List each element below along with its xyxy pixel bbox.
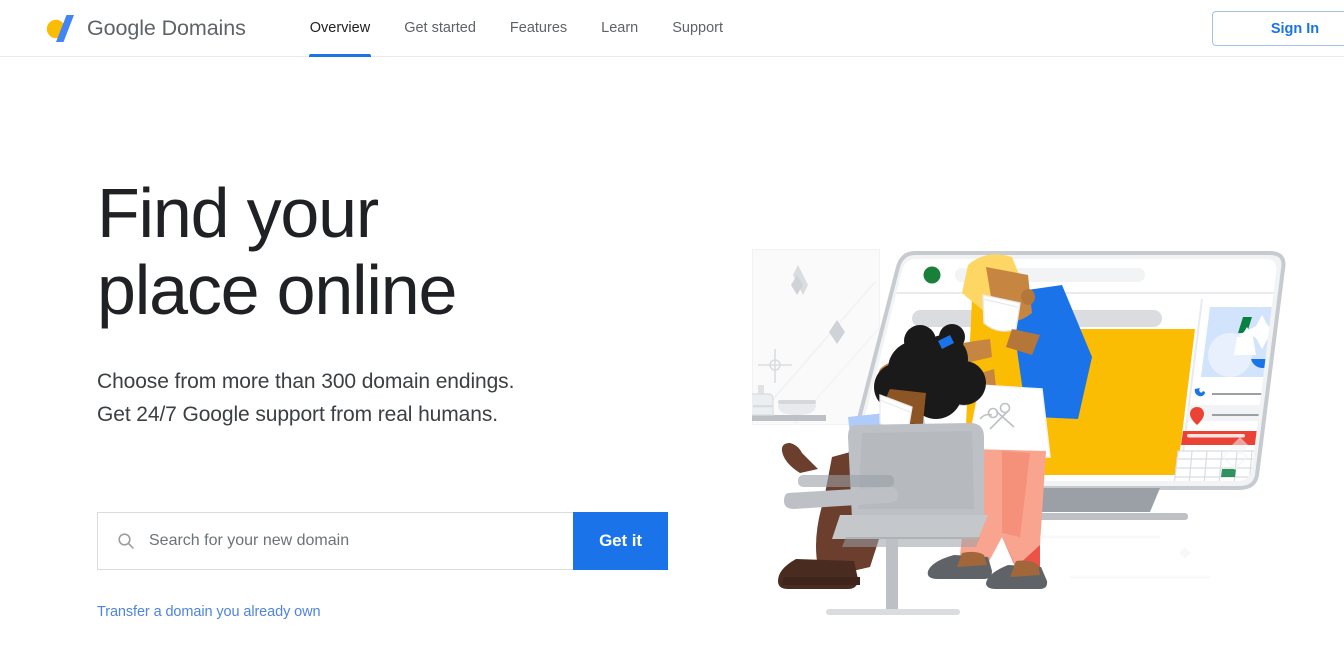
brand-name: Google Domains — [87, 16, 246, 41]
brand-name-google: Google — [87, 15, 156, 40]
nav-item-features[interactable]: Features — [510, 0, 567, 57]
transfer-domain-label: Transfer a domain you already own — [97, 604, 321, 620]
nav-item-support-label: Support — [672, 20, 724, 36]
hero-section: Find your place online Choose from more … — [0, 57, 1344, 656]
nav-item-features-label: Features — [509, 20, 568, 36]
nav-item-get-started-label: Get started — [404, 20, 476, 36]
nav-item-overview-label: Overview — [309, 20, 371, 36]
subheading-line-1: Choose from more than 300 domain endings… — [97, 370, 515, 393]
primary-navigation: Overview Get started Features Learn Supp… — [308, 0, 723, 57]
nav-item-support[interactable]: Support — [672, 0, 723, 57]
nav-item-learn-label: Learn — [601, 20, 639, 36]
site-header: Google Domains Overview Get started Feat… — [0, 0, 1344, 57]
domain-search-bar: Get it — [97, 512, 668, 570]
search-input[interactable] — [149, 513, 573, 569]
sign-in-label: Sign In — [1270, 20, 1320, 37]
subheading-line-2: Get 24/7 Google support from real humans… — [97, 403, 498, 426]
google-domains-logo-icon — [44, 13, 78, 43]
headline-line-1: Find your — [97, 174, 379, 252]
get-it-button[interactable]: Get it — [573, 512, 668, 570]
brand-logo-link[interactable]: Google Domains — [44, 0, 246, 57]
brand-name-domains: Domains — [161, 15, 246, 40]
salon-mirror — [752, 249, 880, 425]
nav-item-get-started[interactable]: Get started — [404, 0, 476, 57]
salon-hairdresser-illustration — [740, 237, 1300, 632]
hero-subheading: Choose from more than 300 domain endings… — [97, 365, 717, 431]
get-it-label: Get it — [599, 531, 642, 550]
transfer-domain-link[interactable]: Transfer a domain you already own — [97, 604, 321, 620]
headline-line-2: place online — [97, 251, 457, 329]
search-icon — [116, 531, 136, 551]
search-field-wrapper[interactable] — [97, 512, 573, 570]
nav-item-overview[interactable]: Overview — [308, 0, 372, 57]
status-dot-green — [923, 266, 941, 284]
nav-item-learn[interactable]: Learn — [601, 0, 638, 57]
sign-in-button[interactable]: Sign In — [1212, 11, 1344, 46]
page-title: Find your place online — [97, 175, 717, 329]
hero-copy: Find your place online Choose from more … — [97, 175, 717, 431]
